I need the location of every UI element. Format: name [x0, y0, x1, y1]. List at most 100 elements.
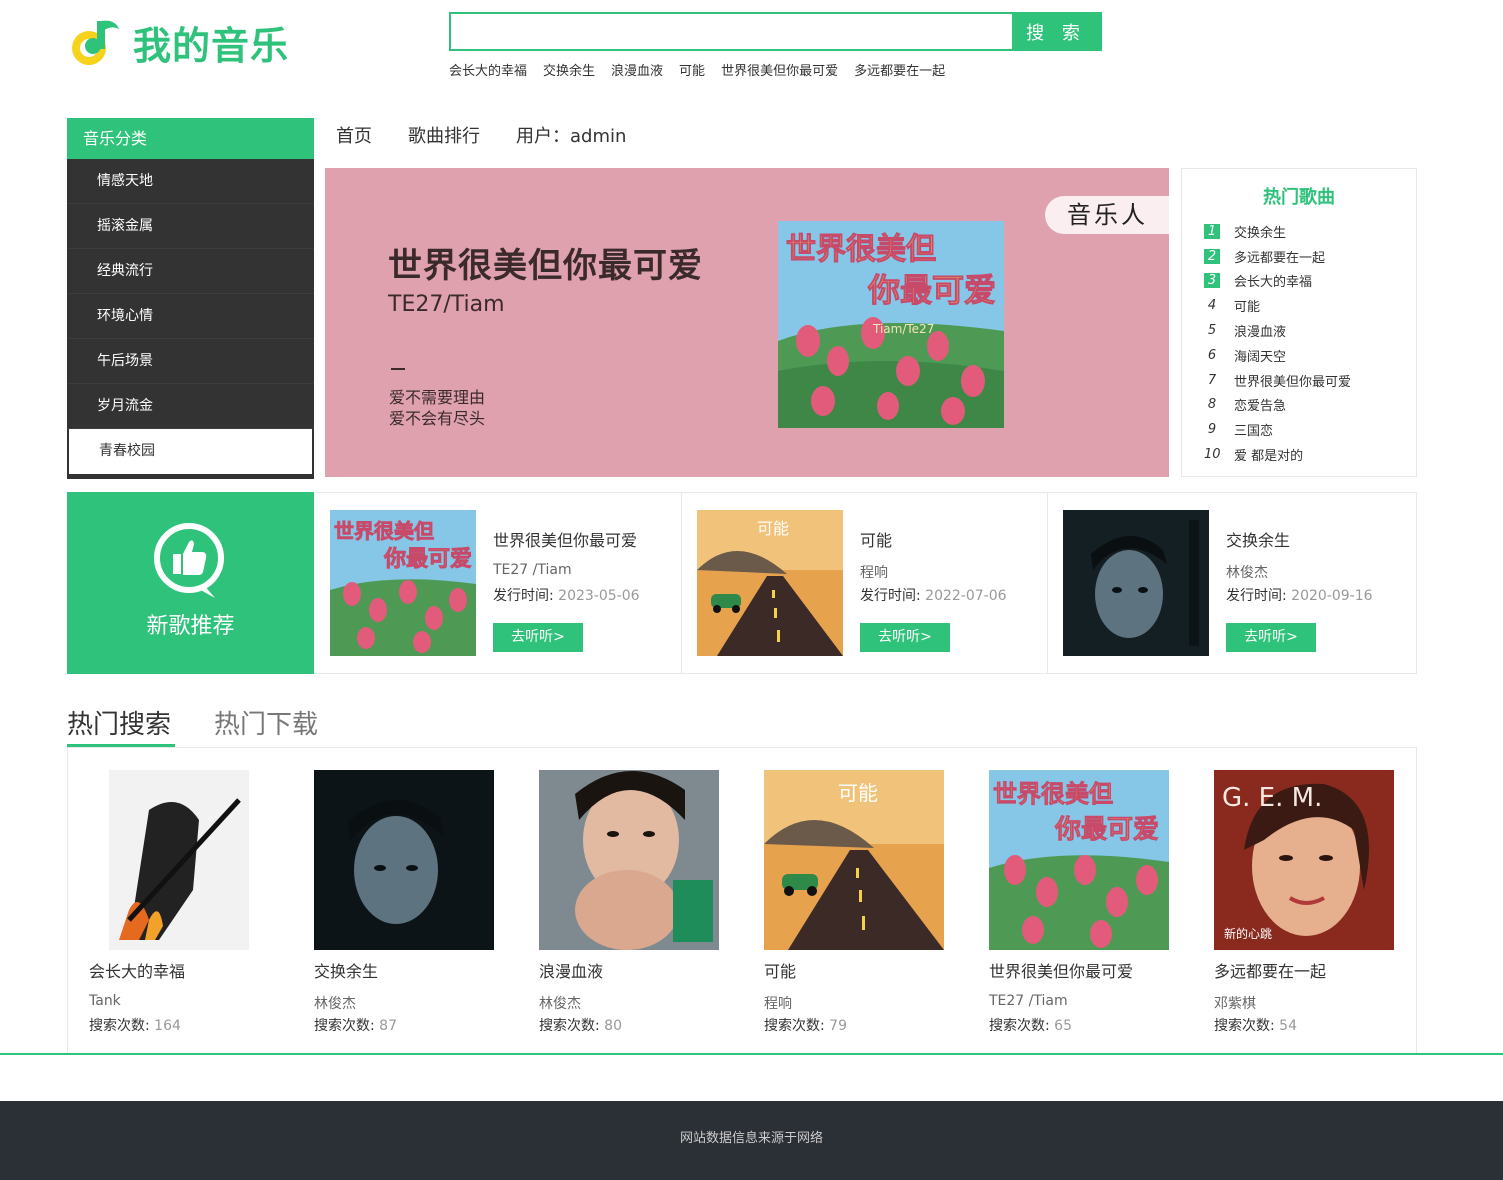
category-menu: 音乐分类 情感天地 摇滚金属 经典流行 环境心情 午后场景 岁月流金 青春校园 [67, 118, 314, 479]
hot-song-item[interactable]: 2 多远都要在一起 [1182, 244, 1416, 269]
hot-song-name: 会长大的幸福 [1234, 275, 1313, 291]
listen-button[interactable]: 去听听> [1226, 623, 1316, 652]
hot-song-item[interactable]: 5 浪漫血液 [1182, 318, 1416, 343]
search-input[interactable] [451, 14, 1012, 49]
rank-badge: 1 [1204, 223, 1220, 239]
song-title[interactable]: 交换余生 [1226, 527, 1290, 551]
song-title[interactable]: 可能 [764, 958, 796, 982]
song-title[interactable]: 世界很美但你最可爱 [989, 958, 1133, 982]
category-item[interactable]: 午后场景 [67, 339, 314, 384]
search-bar: 搜 索 [449, 12, 1102, 51]
hot-song-name: 世界很美但你最可爱 [1234, 374, 1352, 390]
footer: 网站数据信息来源于网络 [0, 1101, 1503, 1180]
category-item[interactable]: 岁月流金 [67, 384, 314, 429]
category-item[interactable]: 经典流行 [67, 249, 314, 294]
album-cover[interactable] [314, 770, 494, 950]
new-song-card: 可能 可能 程响 发行时间: 2022-07-06 去听听> [681, 492, 1048, 674]
banner-tag: 音乐人 [1045, 196, 1169, 234]
hot-word-link[interactable]: 会长大的幸福 [449, 60, 527, 79]
album-cover[interactable]: 世界很美但 你最可爱 [330, 510, 476, 656]
new-song-card: 交换余生 林俊杰 发行时间: 2020-09-16 去听听> [1047, 492, 1417, 674]
rank-number: 9 [1207, 422, 1217, 438]
album-cover[interactable]: G. E. M. 新的心跳 [1214, 770, 1394, 950]
nav-home[interactable]: 首页 [336, 122, 372, 152]
hot-word-link[interactable]: 世界很美但你最可爱 [721, 60, 838, 79]
hot-song-item[interactable]: 8 恋爱告急 [1182, 393, 1416, 418]
category-item[interactable]: 环境心情 [67, 294, 314, 339]
svg-text:新的心跳: 新的心跳 [1224, 926, 1272, 941]
song-artist: Tank [89, 993, 121, 1009]
svg-text:世界很美但: 世界很美但 [334, 519, 434, 543]
category-item[interactable]: 摇滚金属 [67, 204, 314, 249]
search-count: 搜索次数: 87 [314, 1018, 397, 1034]
rank-number: 6 [1207, 347, 1217, 363]
banner[interactable]: 世界很美但你最可爱 TE27/Tiam 爱不需要理由 爱不会有尽头 世界很美但 … [325, 168, 1169, 477]
hot-word-link[interactable]: 交换余生 [543, 60, 595, 79]
tab-hot-download[interactable]: 热门下载 [214, 704, 318, 746]
song-title[interactable]: 多远都要在一起 [1214, 958, 1326, 982]
search-button[interactable]: 搜 索 [1012, 14, 1100, 49]
hot-song-name: 爱 都是对的 [1234, 449, 1304, 465]
svg-text:你最可爱: 你最可爱 [1054, 815, 1159, 845]
svg-text:可能: 可能 [757, 519, 789, 538]
hot-song-item[interactable]: 9 三国恋 [1182, 417, 1416, 442]
album-cover[interactable] [89, 770, 269, 950]
release-date: 发行时间: 2022-07-06 [860, 588, 1007, 604]
hot-song-item[interactable]: 7 世界很美但你最可爱 [1182, 368, 1416, 393]
listen-button[interactable]: 去听听> [860, 623, 950, 652]
hot-song-item[interactable]: 6 海阔天空 [1182, 343, 1416, 368]
search-count: 搜索次数: 54 [1214, 1018, 1297, 1034]
hot-song-item[interactable]: 10 爱 都是对的 [1182, 442, 1416, 467]
new-song-card: 世界很美但 你最可爱 世界很美但你最可爱 TE27 /Tiam 发行时间: 20… [314, 492, 682, 674]
hot-songs-list: 1 交换余生 2 多远都要在一起 3 会长大的幸福 4 可能 5 浪漫血液 6 海阔天空 7… [1182, 219, 1416, 467]
song-title[interactable]: 会长大的幸福 [89, 958, 185, 982]
album-cover[interactable] [539, 770, 719, 950]
song-artist: TE27 /Tiam [989, 993, 1068, 1009]
song-artist: 林俊杰 [314, 996, 356, 1012]
section-divider [0, 1053, 1503, 1055]
rank-badge: 3 [1204, 273, 1220, 289]
song-title[interactable]: 交换余生 [314, 958, 378, 982]
music-note-logo-icon [72, 20, 119, 65]
svg-text:你最可爱: 你最可爱 [383, 547, 472, 572]
rank-number: 7 [1207, 372, 1217, 388]
hot-word-link[interactable]: 多远都要在一起 [854, 60, 945, 79]
album-cover[interactable]: 可能 [697, 510, 843, 656]
hot-song-item[interactable]: 3 会长大的幸福 [1182, 269, 1416, 294]
banner-divider [391, 368, 405, 370]
listen-button[interactable]: 去听听> [493, 623, 583, 652]
album-cover[interactable]: 世界很美但 你最可爱 [989, 770, 1169, 950]
hot-song-name: 可能 [1234, 300, 1261, 316]
hot-song-name: 交换余生 [1234, 225, 1287, 241]
rank-number: 10 [1204, 447, 1221, 463]
category-menu-title: 音乐分类 [67, 118, 314, 159]
hot-songs-title: 热门歌曲 [1263, 187, 1335, 208]
search-count: 搜索次数: 80 [539, 1018, 622, 1034]
song-title[interactable]: 可能 [860, 527, 892, 551]
album-cover[interactable]: 可能 [764, 770, 944, 950]
song-title[interactable]: 世界很美但你最可爱 [493, 527, 637, 551]
main-nav: 首页 歌曲排行 用户：admin [336, 122, 626, 152]
song-title[interactable]: 浪漫血液 [539, 958, 603, 982]
category-item[interactable]: 情感天地 [67, 159, 314, 204]
svg-text:世界很美但: 世界很美但 [786, 232, 936, 267]
site-logo[interactable]: 我的音乐 [67, 14, 307, 70]
hot-word-link[interactable]: 可能 [679, 60, 705, 79]
hot-word-link[interactable]: 浪漫血液 [611, 60, 663, 79]
banner-album-art: 世界很美但 你最可爱 Tiam/Te27 [778, 221, 1004, 428]
category-item-active[interactable]: 青春校园 [67, 429, 314, 474]
hot-song-item[interactable]: 1 交换余生 [1182, 219, 1416, 244]
rank-number: 8 [1207, 397, 1217, 413]
svg-text:Tiam/Te27: Tiam/Te27 [872, 322, 934, 336]
song-artist: 林俊杰 [539, 996, 581, 1012]
nav-user[interactable]: 用户：admin [516, 122, 626, 152]
hot-song-name: 多远都要在一起 [1234, 250, 1326, 266]
new-songs-label: 新歌推荐 [67, 492, 314, 674]
hot-song-name: 恋爱告急 [1234, 399, 1287, 415]
song-artist: 程响 [764, 996, 792, 1012]
tab-hot-search[interactable]: 热门搜索 [67, 704, 171, 746]
search-count: 搜索次数: 79 [764, 1018, 847, 1034]
nav-song-ranking[interactable]: 歌曲排行 [408, 122, 480, 152]
hot-song-item[interactable]: 4 可能 [1182, 293, 1416, 318]
album-cover[interactable] [1063, 510, 1209, 656]
